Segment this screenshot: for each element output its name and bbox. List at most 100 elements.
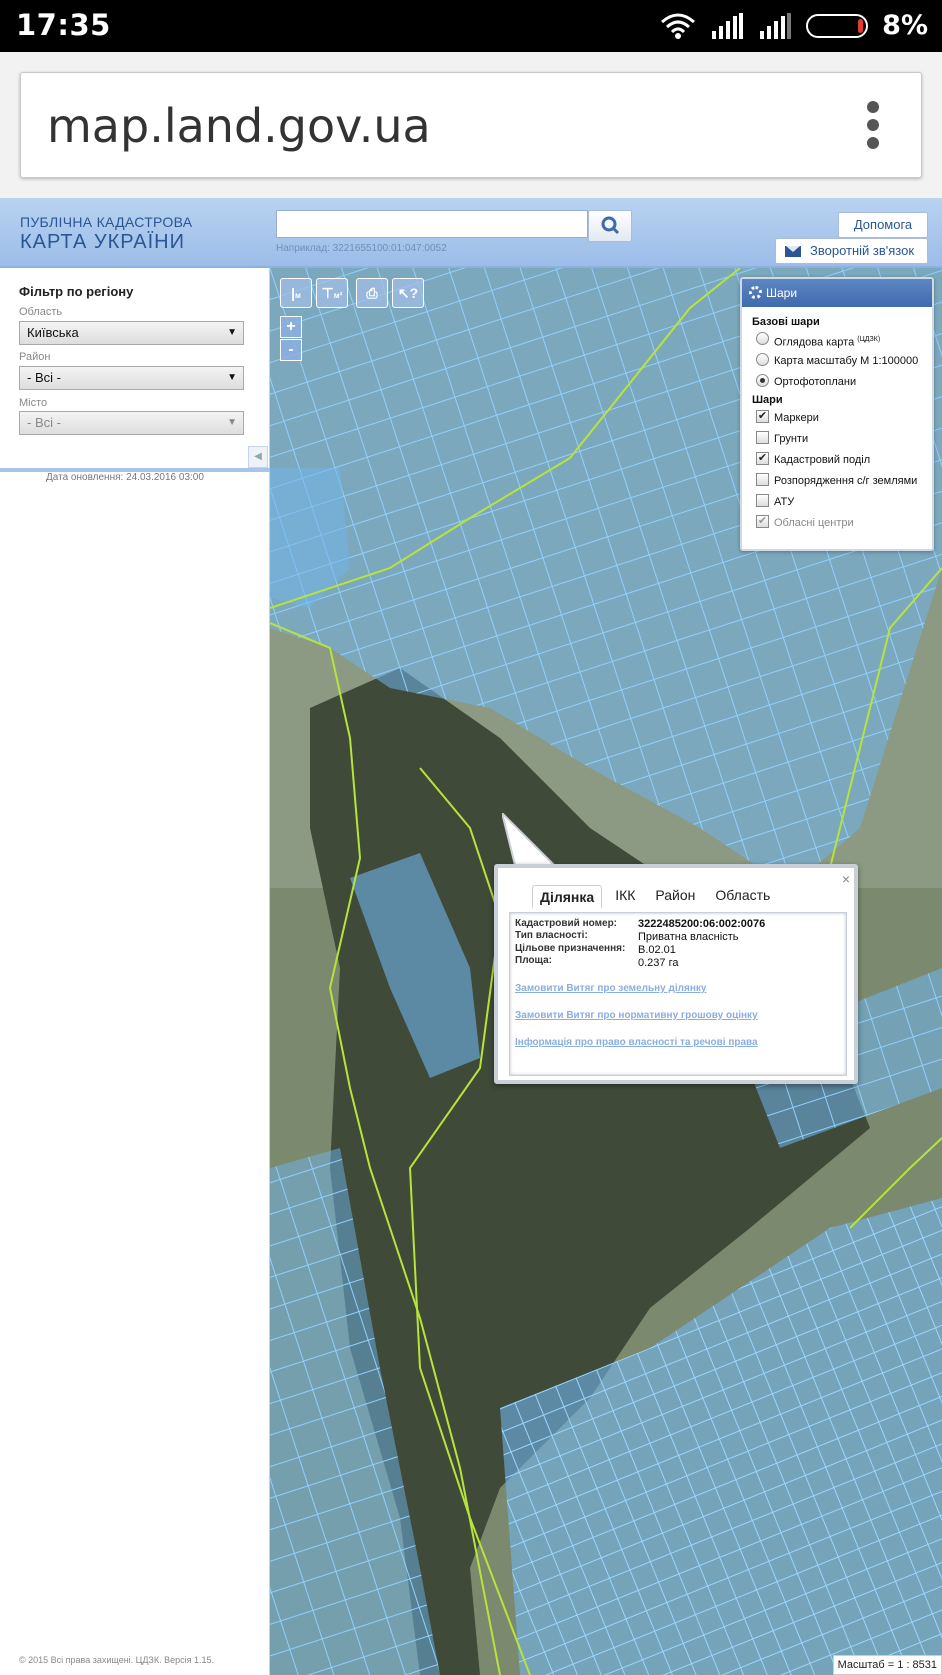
region-filter-panel: Фільтр по регіону Область Київська ▼ Рай…	[0, 268, 270, 1675]
layer-markers[interactable]: ✔ Маркери	[742, 406, 932, 427]
popup-body: Кадастровий номер: 3222485200:06:002:007…	[509, 912, 847, 1076]
popup-pointer	[502, 813, 557, 869]
logo-line1: ПУБЛІЧНА КАДАСТРОВА	[20, 214, 193, 230]
tab-rayon[interactable]: Район	[648, 884, 702, 907]
checkbox[interactable]	[756, 473, 769, 486]
layer-atu[interactable]: АТУ	[742, 490, 932, 511]
site-logo[interactable]: ПУБЛІЧНА КАДАСТРОВА КАРТА УКРАЇНИ	[20, 214, 192, 254]
area-value: 0.237 га	[638, 957, 679, 969]
oblast-value: Київська	[27, 325, 79, 340]
search-icon	[601, 216, 620, 235]
checkbox-checked[interactable]: ✔	[756, 452, 769, 465]
tab-oblast[interactable]: Область	[708, 884, 777, 907]
cadastral-search-input[interactable]	[276, 210, 588, 238]
close-icon[interactable]: ×	[842, 871, 850, 887]
layer-label: Обласні центри	[774, 517, 854, 529]
base-layers-title: Базові шари	[752, 316, 820, 328]
more-menu-icon[interactable]	[867, 101, 881, 151]
battery-icon	[806, 13, 869, 38]
checkbox[interactable]	[756, 431, 769, 444]
purpose-code: В.02.01	[638, 944, 676, 956]
base-layer-overview[interactable]: Оглядова карта (ЦДЗК)	[742, 328, 932, 349]
base-layer-label: Оглядова карта	[774, 336, 855, 349]
measure-length-button[interactable]: |м	[280, 278, 312, 308]
logo-line2: КАРТА УКРАЇНИ	[20, 231, 185, 253]
address-bar[interactable]: map.land.gov.ua	[20, 72, 922, 178]
app-header: ПУБЛІЧНА КАДАСТРОВА КАРТА УКРАЇНИ Наприк…	[0, 198, 942, 268]
browser-toolbar: map.land.gov.ua	[0, 52, 942, 198]
layer-label: Маркери	[774, 412, 819, 424]
update-date: Дата оновлення: 24.03.2016 03:00	[46, 472, 204, 483]
feedback-label: Зворотній зв'язок	[810, 243, 915, 258]
field-label: Цільове призначення:	[515, 943, 626, 954]
tab-ikk[interactable]: ІКК	[608, 884, 642, 907]
identify-button[interactable]: ↖?	[392, 278, 424, 308]
signal-icon	[712, 12, 744, 39]
radio-button[interactable]	[756, 353, 769, 366]
status-bar: 17:35 8%	[0, 0, 942, 52]
base-layer-label: Карта масштабу М 1:100000	[774, 355, 919, 367]
checkbox-checked[interactable]: ✔	[756, 410, 769, 423]
map-toolbar: |м ⊤м² ⎙ ↖?	[280, 278, 424, 308]
radio-button[interactable]	[756, 332, 769, 345]
base-layer-orthophoto[interactable]: Ортофотоплани	[742, 370, 932, 391]
print-button[interactable]: ⎙	[356, 278, 388, 308]
measure-area-button[interactable]: ⊤м²	[316, 278, 348, 308]
filter-title: Фільтр по регіону	[19, 284, 134, 299]
zoom-in-button[interactable]: +	[280, 316, 302, 338]
checkbox[interactable]	[756, 494, 769, 507]
collapse-panel-button[interactable]: ◀	[248, 446, 268, 468]
search-button[interactable]	[588, 210, 632, 242]
layers-header[interactable]: Шари	[742, 279, 932, 307]
printer-icon: ⎙	[366, 285, 378, 301]
city-select: - Всі - ▼	[19, 411, 244, 435]
zoom-out-button[interactable]: -	[280, 339, 302, 361]
dropdown-arrow-icon: ▼	[227, 417, 237, 428]
layer-cadastral-division[interactable]: ✔ Кадастровий поділ	[742, 448, 932, 469]
dropdown-arrow-icon: ▼	[227, 327, 237, 338]
wifi-icon	[661, 13, 696, 39]
rayon-value: - Всі -	[27, 370, 61, 385]
layers-panel: Шари Базові шари Оглядова карта (ЦДЗК) К…	[740, 277, 934, 551]
city-label: Місто	[19, 397, 48, 409]
city-value: - Всі -	[27, 415, 61, 430]
layer-label: Кадастровий поділ	[774, 454, 871, 466]
layer-agri-land[interactable]: Розпорядження с/г землями	[742, 469, 932, 490]
layer-label: Розпорядження с/г землями	[774, 475, 918, 487]
cadastral-map[interactable]: |м ⊤м² ⎙ ↖? + - Шари Базові шари Оглядов…	[270, 268, 942, 1675]
layers-title: Шари	[766, 286, 798, 300]
envelope-icon	[785, 246, 801, 257]
checkbox-checked-disabled: ✔	[756, 515, 769, 528]
gear-icon	[749, 286, 762, 299]
copyright: © 2015 Всі права захищені. ЦДЗК. Версія …	[19, 1655, 215, 1665]
pointer-question-icon: ↖?	[397, 285, 419, 301]
base-layer-100000[interactable]: Карта масштабу М 1:100000	[742, 349, 932, 370]
feedback-button[interactable]: Зворотній зв'язок	[775, 238, 928, 264]
search-hint: Наприклад: 3221655100:01:047:0052	[276, 243, 447, 254]
rayon-label: Район	[19, 351, 51, 363]
order-valuation-extract-link[interactable]: Замовити Витяг про нормативну грошову оц…	[515, 1010, 758, 1021]
clock: 17:35	[16, 8, 111, 42]
layer-label: Грунти	[774, 433, 809, 445]
order-parcel-extract-link[interactable]: Замовити Витяг про земельну ділянку	[515, 983, 706, 994]
base-layer-sup: (ЦДЗК)	[857, 336, 881, 343]
layer-label: АТУ	[774, 496, 795, 508]
popup-tabs: Ділянка ІКК Район Область	[532, 884, 783, 908]
radio-button-selected[interactable]	[756, 374, 769, 387]
layer-soils[interactable]: Грунти	[742, 427, 932, 448]
help-button[interactable]: Допомога	[838, 212, 928, 238]
dropdown-arrow-icon: ▼	[227, 372, 237, 383]
parcel-info-popup: × Ділянка ІКК Район Область Кадастровий …	[494, 864, 858, 1084]
cadastral-number: 3222485200:06:002:0076	[638, 918, 766, 930]
signal-icon-2	[760, 12, 792, 39]
url-text[interactable]: map.land.gov.ua	[47, 99, 431, 153]
ownership-type: Приватна власність	[638, 931, 739, 943]
ownership-info-link[interactable]: Інформація про право власності та речові…	[515, 1037, 758, 1048]
oblast-label: Область	[19, 306, 63, 318]
oblast-select[interactable]: Київська ▼	[19, 321, 244, 345]
battery-percent: 8%	[882, 10, 928, 41]
zoom-control: + -	[280, 316, 302, 362]
scale-indicator: Масштаб = 1 : 8531	[832, 1655, 942, 1675]
rayon-select[interactable]: - Всі - ▼	[19, 366, 244, 390]
tab-parcel[interactable]: Ділянка	[532, 885, 603, 908]
